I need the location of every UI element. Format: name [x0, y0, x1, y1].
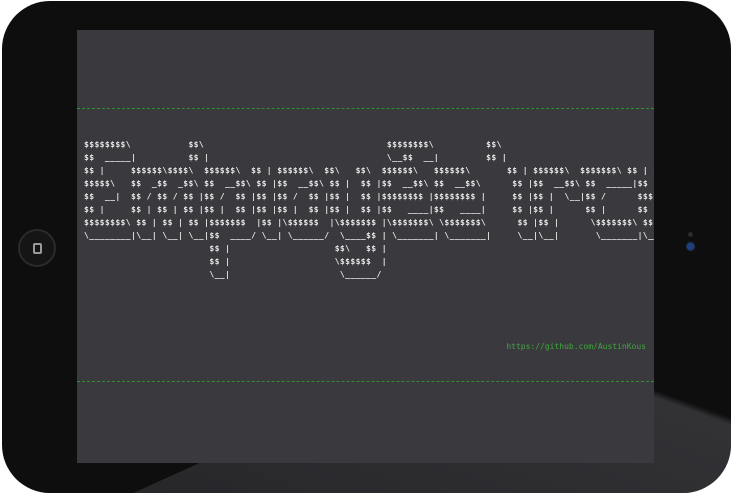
banner-top-divider	[77, 108, 654, 109]
front-camera	[687, 243, 694, 250]
ascii-art-banner: $$$$$$$$\ $$\ $$$$$$$$\ $$\ $$ _____| $$…	[84, 139, 654, 279]
home-button[interactable]	[18, 229, 56, 267]
home-button-icon	[32, 242, 42, 254]
github-link[interactable]: https://github.com/AustinKous	[506, 342, 646, 351]
ambient-light-sensor	[688, 232, 693, 237]
banner-bottom-divider	[77, 381, 654, 382]
terminal-screen[interactable]: $$$$$$$$\ $$\ $$$$$$$$\ $$\ $$ _____| $$…	[77, 30, 654, 463]
